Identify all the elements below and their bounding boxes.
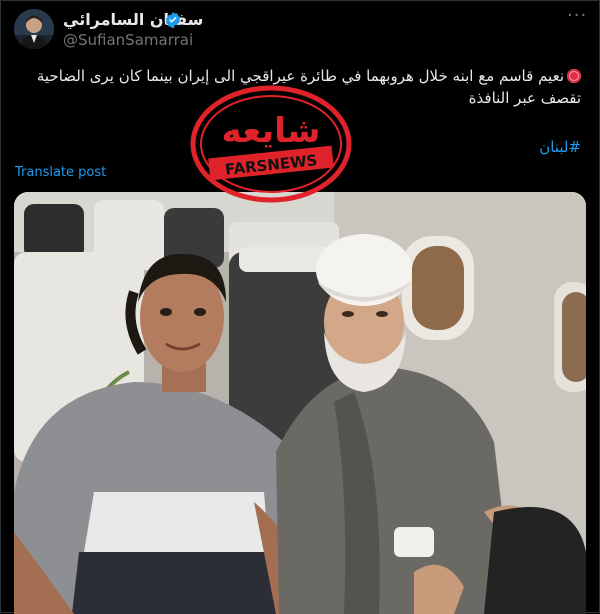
avatar-image: [14, 9, 54, 49]
translate-post-link[interactable]: Translate post: [15, 165, 106, 180]
airplane-cabin-photo: [14, 192, 586, 614]
hashtag-link[interactable]: #لبنان: [539, 138, 581, 156]
author-display-name[interactable]: سفيان السامرائي: [63, 10, 203, 29]
more-options-button[interactable]: ···: [567, 7, 589, 27]
tweet-card: سفيان السامرائي @SufianSamarrai ··· نعيم…: [0, 0, 600, 614]
author-avatar[interactable]: [14, 9, 54, 49]
author-handle[interactable]: @SufianSamarrai: [63, 31, 193, 49]
post-photo[interactable]: [14, 192, 586, 614]
verified-badge-icon: [165, 12, 181, 28]
red-circle-emoji-icon: [567, 69, 581, 83]
stamp-word: شايعه: [222, 111, 321, 151]
post-text: نعيم قاسم مع ابنه خلال هروبهما في طائرة …: [36, 67, 581, 107]
stamp-brand: FARSNEWS: [224, 151, 318, 179]
more-horizontal-icon: ···: [567, 5, 588, 26]
post-text-block: نعيم قاسم مع ابنه خلال هروبهما في طائرة …: [21, 65, 581, 109]
